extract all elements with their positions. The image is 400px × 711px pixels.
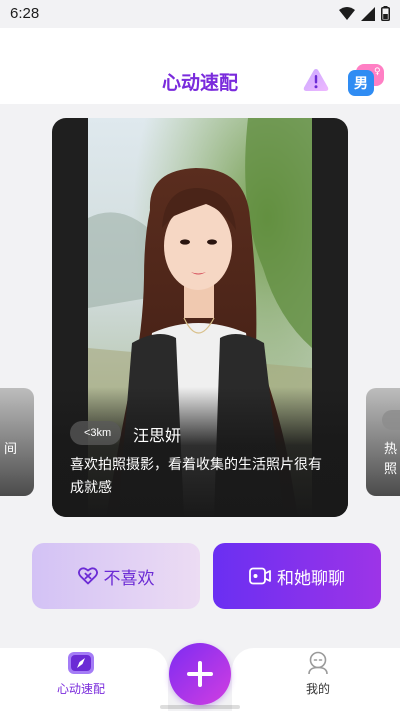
chat-with-her-button[interactable]: 和她聊聊 [213, 543, 381, 609]
report-button[interactable] [302, 67, 330, 93]
side-card-right-pill [382, 410, 400, 430]
broken-heart-icon [77, 567, 98, 585]
dislike-button[interactable]: 不喜欢 [32, 543, 200, 609]
profile-bio: 喜欢拍照摄影，看着收集的生活照片很有成就感 [70, 457, 322, 496]
compass-icon [68, 652, 94, 674]
signal-icon [361, 6, 375, 21]
tab-match-label: 心动速配 [56, 682, 105, 696]
chat-label: 和她聊聊 [277, 568, 345, 589]
tab-mine[interactable]: 我的 [263, 650, 373, 697]
side-card-right-text-2: 照 [384, 462, 398, 477]
profile-name: 汪思妍 [133, 426, 182, 445]
status-icons [339, 6, 390, 21]
status-time: 6:28 [10, 5, 40, 22]
gender-filter-button[interactable]: ♀ 男 [346, 64, 386, 98]
video-chat-icon [249, 567, 271, 585]
plus-icon [187, 661, 213, 687]
profile-card[interactable]: <3km 汪思妍 喜欢拍照摄影，看着收集的生活照片很有成就感 [52, 118, 348, 517]
side-card-right[interactable]: 热 照 [366, 388, 400, 496]
battery-icon [381, 6, 390, 21]
side-card-right-text-1: 热 [384, 442, 398, 457]
side-card-left-text: 间 [4, 442, 18, 457]
page-title: 心动速配 [161, 72, 238, 94]
female-symbol-icon: ♀ [374, 67, 381, 77]
profile-icon [308, 651, 328, 675]
status-bar: 6:28 [0, 0, 400, 28]
add-button[interactable] [169, 643, 231, 705]
tab-mine-label: 我的 [305, 682, 330, 696]
side-card-left[interactable]: 间 [0, 388, 34, 496]
home-indicator [160, 705, 240, 709]
distance-badge: <3km [70, 421, 122, 445]
dislike-label: 不喜欢 [103, 568, 155, 589]
wifi-icon [339, 6, 355, 20]
tab-match[interactable]: 心动速配 [26, 650, 136, 697]
gender-label: 男 [348, 70, 374, 96]
warning-icon [303, 69, 329, 91]
